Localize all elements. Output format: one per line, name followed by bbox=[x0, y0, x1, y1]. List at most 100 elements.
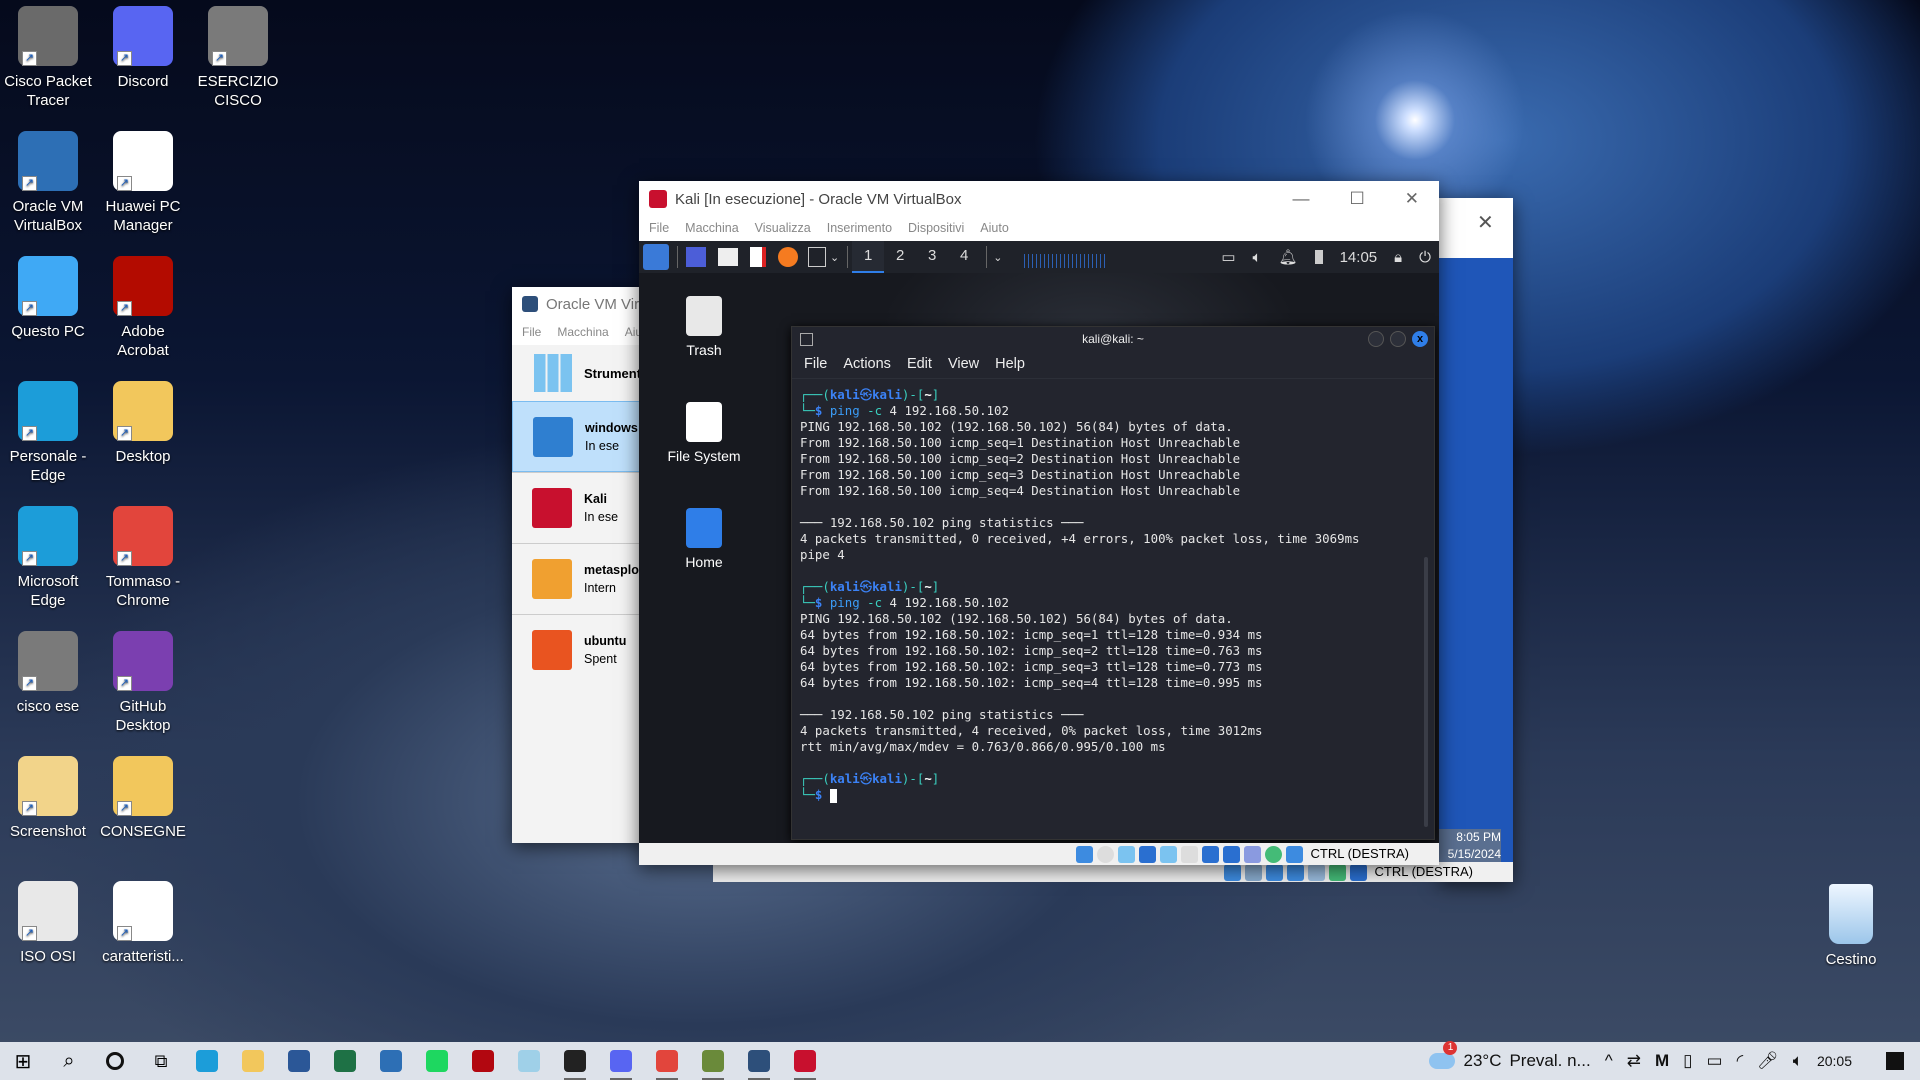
close-button[interactable]: x bbox=[1412, 331, 1428, 347]
vm-list-item[interactable]: windows In ese bbox=[512, 401, 652, 472]
menu-inserimento[interactable]: Inserimento bbox=[827, 221, 892, 235]
minimize-button[interactable] bbox=[1368, 331, 1384, 347]
desktop-icon[interactable]: ↗ Questo PC bbox=[0, 252, 96, 341]
kali-desktop-icon[interactable]: File System bbox=[649, 402, 759, 464]
close-icon[interactable]: ✕ bbox=[1477, 210, 1494, 235]
task-view-button[interactable]: ⧉ bbox=[138, 1042, 184, 1080]
kali-vm-window[interactable]: Kali [In esecuzione] - Oracle VM Virtual… bbox=[639, 181, 1439, 865]
workspace-4[interactable]: 4 bbox=[948, 241, 980, 273]
kali-desktop-icon[interactable]: Trash bbox=[649, 296, 759, 358]
menu-help[interactable]: Help bbox=[995, 356, 1025, 372]
menu-macchina[interactable]: Macchina bbox=[685, 221, 739, 235]
terminal-output[interactable]: ┌──(kali㉿kali)-[~] └─$ ping -c 4 192.168.… bbox=[792, 379, 1434, 803]
desktop-icon[interactable]: ↗ CONSEGNE bbox=[95, 752, 191, 841]
workspace-1[interactable]: 1 bbox=[852, 241, 885, 273]
network-icon[interactable]: ▭ bbox=[1221, 248, 1235, 266]
workspace-2[interactable]: 2 bbox=[884, 241, 916, 273]
notification-bell-icon[interactable]: 🔔︎ bbox=[1279, 248, 1298, 266]
workspace-3[interactable]: 3 bbox=[916, 241, 948, 273]
action-center-icon[interactable] bbox=[1886, 1052, 1904, 1070]
desktop-icon[interactable]: ↗ GitHub Desktop bbox=[95, 627, 191, 735]
menu-actions[interactable]: Actions bbox=[843, 356, 891, 372]
start-button[interactable]: ⊞ bbox=[0, 1042, 46, 1080]
menu-visualizza[interactable]: Visualizza bbox=[755, 221, 811, 235]
desktop-icon[interactable]: ↗ Huawei PC Manager bbox=[95, 127, 191, 235]
menu-view[interactable]: View bbox=[948, 356, 979, 372]
taskbar-app-chrome[interactable] bbox=[644, 1042, 690, 1080]
taskbar-app-virtualbox[interactable] bbox=[736, 1042, 782, 1080]
file-manager-icon[interactable] bbox=[718, 248, 738, 266]
chevron-up-icon[interactable]: ^ bbox=[1605, 1051, 1613, 1071]
maximize-button[interactable] bbox=[1390, 331, 1406, 347]
taskbar-app-netflix[interactable] bbox=[460, 1042, 506, 1080]
sync-icon[interactable]: ⇄ bbox=[1627, 1051, 1641, 1071]
taskbar-app-excel[interactable] bbox=[322, 1042, 368, 1080]
panel-clock[interactable]: 14:05 bbox=[1340, 249, 1378, 266]
volume-icon[interactable]: 🔈︎ bbox=[1253, 249, 1262, 266]
logout-icon[interactable]: ⏻ bbox=[1419, 249, 1431, 266]
desktop-icon[interactable]: ↗ Tommaso - Chrome bbox=[95, 502, 191, 610]
menu-file[interactable]: File bbox=[804, 356, 827, 372]
taskbar-app-word[interactable] bbox=[276, 1042, 322, 1080]
desktop-icon[interactable]: ↗ cisco ese bbox=[0, 627, 96, 716]
firefox-icon[interactable] bbox=[778, 247, 798, 267]
maximize-button[interactable]: ☐ bbox=[1350, 189, 1365, 209]
taskbar-app-webex[interactable] bbox=[552, 1042, 598, 1080]
desktop-icon[interactable]: ↗ Discord bbox=[95, 2, 191, 91]
kali-screen[interactable]: ⌄ 1234 ⌄ ▭ 🔈︎ 🔔︎ 14:05 🔒︎ ⏻ Trash File Sy… bbox=[639, 241, 1439, 843]
desktop-icon[interactable]: ↗ ESERCIZIO CISCO bbox=[190, 2, 286, 110]
menu-aiuto[interactable]: Aiuto bbox=[980, 221, 1009, 235]
wifi-icon[interactable]: ◜ bbox=[1737, 1051, 1744, 1071]
menu-macchina[interactable]: Macchina bbox=[557, 325, 608, 339]
taskbar-app-packet-tracer[interactable] bbox=[690, 1042, 736, 1080]
desktop-icon[interactable]: ↗ ISO OSI bbox=[0, 877, 96, 966]
taskbar-app-store[interactable] bbox=[368, 1042, 414, 1080]
vm-list-item[interactable]: metasplo Intern bbox=[512, 543, 652, 614]
desktop-icon[interactable]: ↗ Microsoft Edge bbox=[0, 502, 96, 610]
chevron-down-icon[interactable]: ⌄ bbox=[830, 251, 839, 264]
desktop-icon[interactable]: ↗ Oracle VM VirtualBox bbox=[0, 127, 96, 235]
minimize-button[interactable]: — bbox=[1293, 189, 1310, 209]
menu-dispositivi[interactable]: Dispositivi bbox=[908, 221, 964, 235]
battery-icon[interactable]: ▭ bbox=[1707, 1051, 1723, 1071]
tools-item[interactable]: Strument bbox=[512, 345, 652, 401]
search-button[interactable]: ⌕ bbox=[46, 1042, 92, 1080]
desktop-icon[interactable]: ↗ Screenshot bbox=[0, 752, 96, 841]
camera-icon[interactable]: ▯ bbox=[1683, 1051, 1692, 1071]
desktop-icon[interactable]: ↗ caratteristi... bbox=[95, 877, 191, 966]
cortana-button[interactable] bbox=[92, 1042, 138, 1080]
huawei-pc-manager-icon[interactable]: M bbox=[1655, 1051, 1669, 1071]
battery-icon[interactable] bbox=[1314, 250, 1323, 264]
vm-list-item[interactable]: ubuntu Spent bbox=[512, 614, 652, 685]
taskbar-app-spotify[interactable] bbox=[414, 1042, 460, 1080]
weather-widget[interactable]: 1 23°C Preval. n... bbox=[1429, 1041, 1591, 1071]
show-desktop-icon[interactable] bbox=[686, 247, 706, 267]
terminal-window[interactable]: kali@kali: ~ x File Actions Edit View Help ┌… bbox=[791, 326, 1435, 840]
close-button[interactable]: ✕ bbox=[1405, 189, 1419, 209]
virtualbox-manager-window[interactable]: Oracle VM Vir File Macchina Aiu Strument w… bbox=[512, 287, 652, 843]
microphone-icon[interactable]: 🎤︎ bbox=[1757, 1051, 1779, 1071]
lock-icon[interactable]: 🔒︎ bbox=[1394, 249, 1402, 266]
desktop-icon[interactable]: ↗ Desktop bbox=[95, 377, 191, 466]
desktop-icon[interactable]: ↗ Adobe Acrobat bbox=[95, 252, 191, 360]
windows-vm-window[interactable]: ✕ 8:05 PM 5/15/2024 bbox=[1439, 198, 1513, 882]
volume-icon[interactable]: 🔈︎ bbox=[1793, 1051, 1803, 1071]
desktop-icon[interactable]: ↗ Personale - Edge bbox=[0, 377, 96, 485]
kali-menu-icon[interactable] bbox=[643, 244, 669, 270]
text-editor-icon[interactable] bbox=[750, 247, 766, 267]
desktop-icon-recycle-bin[interactable]: Cestino bbox=[1803, 880, 1899, 969]
terminal-icon[interactable] bbox=[808, 247, 826, 267]
taskbar-app-edge[interactable] bbox=[184, 1042, 230, 1080]
taskbar-clock[interactable]: 20:05 bbox=[1817, 1053, 1852, 1069]
taskbar-app-discord[interactable] bbox=[598, 1042, 644, 1080]
taskbar-app-kali-vm[interactable] bbox=[782, 1042, 828, 1080]
taskbar-app-file-explorer[interactable] bbox=[230, 1042, 276, 1080]
taskbar-app-notepad[interactable] bbox=[506, 1042, 552, 1080]
menu-file[interactable]: File bbox=[649, 221, 669, 235]
vm-list-item[interactable]: Kali In ese bbox=[512, 472, 652, 543]
menu-edit[interactable]: Edit bbox=[907, 356, 932, 372]
scrollbar[interactable] bbox=[1424, 557, 1428, 827]
kali-desktop-icon[interactable]: Home bbox=[649, 508, 759, 570]
desktop-icon[interactable]: ↗ Cisco Packet Tracer bbox=[0, 2, 96, 110]
chevron-down-icon[interactable]: ⌄ bbox=[993, 251, 1002, 264]
